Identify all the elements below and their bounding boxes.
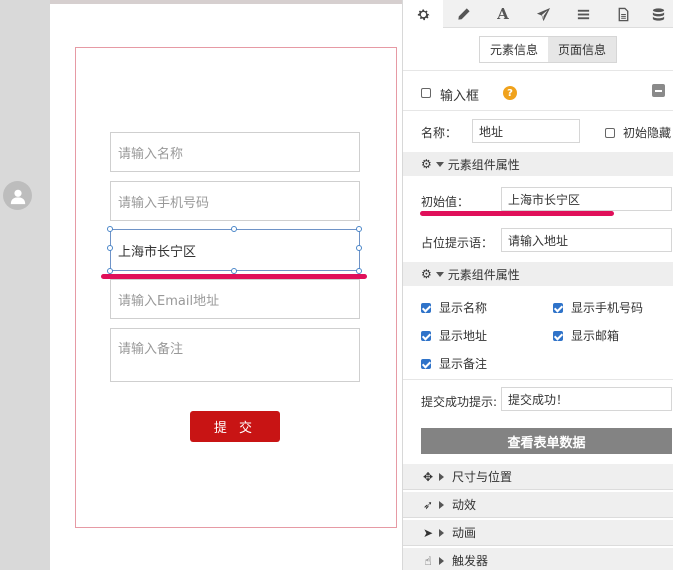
name-field[interactable]: 请输入名称 [110, 132, 360, 172]
email-field[interactable]: 请输入Email地址 [110, 279, 360, 319]
gear-icon: ⚙ [421, 267, 432, 281]
initial-value-label: 初始值： [421, 195, 470, 209]
help-icon[interactable]: ? [503, 86, 517, 100]
resize-handle-top-center[interactable] [231, 226, 237, 232]
page-info-button[interactable]: 页面信息 [548, 37, 616, 62]
send-icon: ➤ [422, 525, 434, 540]
caret-down-icon [435, 161, 444, 167]
info-toggle: 元素信息 页面信息 [479, 36, 617, 63]
file-icon [618, 7, 628, 21]
size-position-section[interactable]: ✥ 尺寸与位置 [403, 464, 673, 490]
user-avatar[interactable] [3, 181, 32, 210]
show-address-label: 显示地址 [439, 329, 488, 343]
text-icon: A [497, 5, 509, 23]
list-tab[interactable] [563, 0, 603, 28]
show-note-option[interactable]: 显示备注 [421, 355, 487, 372]
name-label: 名称： [421, 126, 458, 140]
panel-tabbar: A [403, 0, 673, 28]
pencil-icon [457, 7, 470, 20]
caret-right-icon [439, 528, 444, 537]
element-type-row: 输入框 ? [403, 82, 673, 104]
show-name-label: 显示名称 [439, 301, 488, 315]
list-icon [577, 9, 589, 19]
accordion-label: 尺寸与位置 [452, 470, 513, 484]
gear-icon: ⚙ [421, 157, 432, 171]
element-type-checkbox[interactable] [421, 88, 431, 98]
section-title: 元素组件属性 [447, 267, 520, 282]
accordion-label: 动效 [452, 498, 477, 512]
collapse-icon[interactable] [652, 84, 665, 97]
pointer-icon: ☝ [424, 553, 432, 568]
element-type-label: 输入框 [440, 89, 480, 104]
initial-value-input[interactable]: 上海市长宁区 [501, 187, 672, 211]
caret-down-icon [435, 271, 444, 277]
success-message-label: 提交成功提示: [421, 395, 498, 409]
resize-handle-middle-right[interactable] [356, 245, 362, 251]
data-tab[interactable] [643, 0, 673, 28]
show-name-checkbox[interactable] [421, 302, 431, 313]
view-form-data-button[interactable]: 查看表单数据 [421, 428, 672, 454]
canvas-gutter [0, 0, 50, 570]
show-note-checkbox[interactable] [421, 358, 431, 369]
caret-right-icon [439, 472, 444, 481]
move-icon: ✥ [422, 469, 434, 484]
send-tab[interactable] [523, 0, 563, 28]
placeholder-label: 占位提示语： [421, 236, 494, 250]
element-name-input[interactable]: 地址 [472, 119, 580, 143]
user-icon [10, 189, 25, 204]
show-phone-checkbox[interactable] [553, 302, 563, 313]
caret-right-icon [439, 500, 444, 509]
hide-initially-label: 初始隐藏 [623, 126, 672, 140]
properties-panel: A 元素信息 页面信息 输入框 ? 名称： 地址 初始隐藏 ⚙ 元素组件属性 初… [402, 0, 673, 570]
divider [403, 70, 673, 71]
show-phone-label: 显示手机号码 [571, 301, 644, 315]
animation-section[interactable]: ➤ 动画 [403, 520, 673, 546]
show-email-option[interactable]: 显示邮箱 [553, 327, 619, 344]
caret-right-icon [439, 556, 444, 565]
database-icon [652, 7, 665, 21]
show-phone-option[interactable]: 显示手机号码 [553, 299, 643, 316]
divider [403, 379, 673, 380]
success-message-input[interactable]: 提交成功！ [501, 387, 672, 411]
element-info-button[interactable]: 元素信息 [480, 37, 548, 62]
page-tab[interactable] [603, 0, 643, 28]
settings-tab[interactable] [403, 0, 443, 28]
component-props-header-2[interactable]: ⚙ 元素组件属性 [403, 262, 673, 286]
trigger-section[interactable]: ☝ 触发器 [403, 548, 673, 570]
resize-handle-top-right[interactable] [356, 226, 362, 232]
submit-button[interactable]: 提 交 [190, 411, 280, 442]
show-name-option[interactable]: 显示名称 [421, 299, 487, 316]
note-field[interactable]: 请输入备注 [110, 328, 360, 382]
phone-field[interactable]: 请输入手机号码 [110, 181, 360, 221]
hide-initially-checkbox[interactable] [605, 127, 615, 138]
placeholder-input[interactable]: 请输入地址 [501, 228, 672, 252]
show-address-option[interactable]: 显示地址 [421, 327, 487, 344]
section-title: 元素组件属性 [447, 157, 520, 172]
rocket-icon: ➶ [422, 497, 434, 512]
show-email-label: 显示邮箱 [571, 329, 620, 343]
address-field[interactable]: 上海市长宁区 [110, 229, 360, 271]
highlight-annotation [420, 211, 614, 216]
show-email-checkbox[interactable] [553, 330, 563, 341]
component-props-header[interactable]: ⚙ 元素组件属性 [403, 152, 673, 176]
text-tab[interactable]: A [483, 0, 523, 28]
highlight-annotation [101, 274, 367, 279]
send-icon [536, 7, 550, 21]
accordion-label: 动画 [452, 526, 477, 540]
effects-section[interactable]: ➶ 动效 [403, 492, 673, 518]
divider [403, 110, 673, 111]
show-note-label: 显示备注 [439, 357, 488, 371]
style-tab[interactable] [443, 0, 483, 28]
hide-initially-option[interactable]: 初始隐藏 [605, 124, 671, 141]
resize-handle-top-left[interactable] [107, 226, 113, 232]
resize-handle-middle-left[interactable] [107, 245, 113, 251]
show-address-checkbox[interactable] [421, 330, 431, 341]
gear-icon [417, 8, 429, 20]
accordion-label: 触发器 [452, 554, 489, 568]
